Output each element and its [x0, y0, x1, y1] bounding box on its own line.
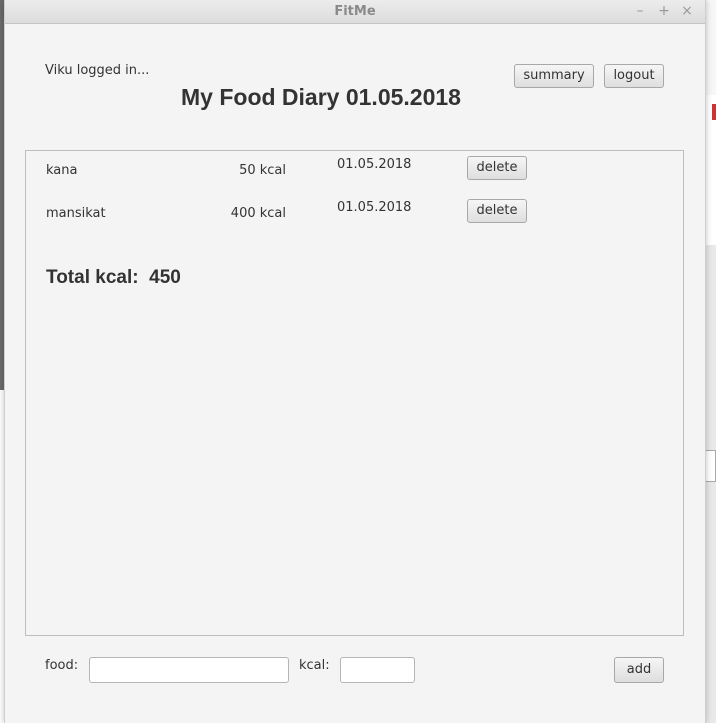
add-button[interactable]: add [614, 657, 664, 683]
kcal-input[interactable] [340, 657, 415, 683]
food-label: food: [45, 658, 79, 673]
minimize-icon[interactable]: – [631, 2, 649, 20]
total-kcal: Total kcal: 450 [46, 267, 181, 289]
entry-food-name: mansikat [46, 206, 106, 221]
entry-kcal: 400 kcal [230, 206, 286, 221]
entry-kcal: 50 kcal [239, 163, 286, 178]
page-title: My Food Diary 01.05.2018 [181, 84, 461, 110]
close-icon[interactable]: × [678, 2, 696, 20]
fitme-window: FitMe – + × Viku logged in... My Food Di… [4, 0, 706, 723]
delete-button[interactable]: delete [467, 199, 527, 223]
logout-button[interactable]: logout [604, 64, 664, 88]
kcal-label: kcal: [299, 658, 330, 673]
logged-in-status: Viku logged in... [45, 63, 150, 78]
summary-button[interactable]: summary [514, 64, 594, 88]
title-bar[interactable]: FitMe – + × [5, 0, 705, 24]
entry-date: 01.05.2018 [337, 200, 412, 215]
entry-date: 01.05.2018 [337, 157, 412, 172]
entry-food-name: kana [46, 163, 78, 178]
food-input[interactable] [89, 657, 289, 683]
total-kcal-value: 450 [149, 267, 181, 288]
window-title: FitMe [334, 4, 376, 19]
delete-button[interactable]: delete [467, 156, 527, 180]
list-item: mansikat 400 kcal 01.05.2018 delete [26, 199, 683, 239]
background-window-edge [712, 104, 716, 120]
list-item: kana 50 kcal 01.05.2018 delete [26, 156, 683, 196]
food-entry-list: kana 50 kcal 01.05.2018 delete mansikat … [25, 150, 684, 636]
total-kcal-label: Total kcal: [46, 267, 139, 288]
maximize-icon[interactable]: + [655, 2, 673, 20]
